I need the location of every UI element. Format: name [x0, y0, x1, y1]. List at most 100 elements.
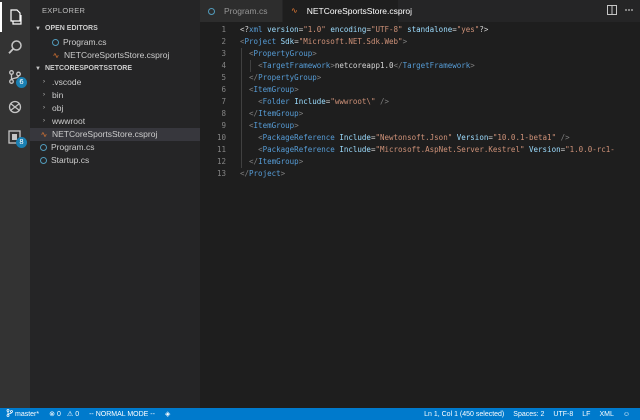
csharp-icon	[40, 157, 47, 164]
code-editor[interactable]: 1 <?xml version="1.0" encoding="UTF-8" st…	[200, 22, 640, 408]
code-text: <PackageReference Include="Newtonsoft.Js…	[240, 132, 570, 144]
tree-file[interactable]: Startup.cs	[30, 154, 200, 167]
search-icon[interactable]	[0, 32, 30, 62]
rss-icon: ∿	[40, 129, 48, 139]
explorer-icon[interactable]	[0, 2, 30, 32]
indentation[interactable]: Spaces: 2	[513, 411, 544, 418]
open-editor-item[interactable]: Program.cs	[30, 36, 200, 49]
tab-csproj[interactable]: ∿ NETCoreSportsStore.csproj	[283, 0, 412, 22]
line-number: 10	[216, 133, 226, 142]
code-token: </	[240, 169, 250, 178]
tree-folder[interactable]: › wwwroot	[30, 115, 200, 128]
code-text: </ItemGroup>	[240, 156, 303, 168]
chevron-down-icon: ▼	[35, 66, 41, 72]
split-editor-icon[interactable]	[607, 2, 617, 20]
code-line[interactable]: 6 <ItemGroup>	[200, 84, 640, 96]
open-editors-header[interactable]: ▼ OPEN EDITORS	[30, 22, 200, 36]
code-token: />	[560, 133, 570, 142]
code-token: Project	[249, 169, 281, 178]
code-token: Include	[339, 133, 371, 142]
code-token: <?	[240, 25, 250, 34]
open-editors-label: OPEN EDITORS	[45, 25, 98, 32]
debug-icon[interactable]	[0, 92, 30, 122]
code-line[interactable]: 1 <?xml version="1.0" encoding="UTF-8" st…	[200, 24, 640, 36]
code-token: >	[312, 49, 317, 58]
project-header[interactable]: ▼ NETCORESPORTSSTORE	[30, 62, 200, 76]
code-line[interactable]: 8 </ItemGroup>	[200, 108, 640, 120]
code-token: >	[316, 73, 322, 82]
open-editor-item[interactable]: ∿ NETCoreSportsStore.csproj	[30, 49, 200, 62]
scm-badge: 6	[16, 77, 27, 88]
cursor-position[interactable]: Ln 1, Col 1 (450 selected)	[424, 411, 504, 418]
code-token: PropertyGroup	[258, 73, 317, 82]
code-token: TargetFramework	[262, 61, 331, 70]
code-line[interactable]: 7 <Folder Include="wwwroot\" />	[200, 96, 640, 108]
code-token: version	[267, 25, 299, 34]
line-ending[interactable]: LF	[582, 411, 590, 418]
file-encoding[interactable]: UTF-8	[553, 411, 573, 418]
line-number: 8	[221, 109, 226, 118]
open-editor-label: NETCoreSportsStore.csproj	[64, 50, 170, 60]
code-line[interactable]: 13 </Project>	[200, 168, 640, 180]
live-share-icon[interactable]: ◈	[165, 410, 170, 418]
code-token: Sdk	[280, 37, 295, 46]
code-text: <Folder Include="wwwroot\" />	[240, 96, 389, 108]
error-count[interactable]: 0	[57, 411, 61, 418]
code-token: "Microsoft.AspNet.Server.Kestrel"	[375, 145, 525, 154]
rss-icon: ∿	[291, 6, 298, 15]
code-line[interactable]: 3 <PropertyGroup>	[200, 48, 640, 60]
tree-folder[interactable]: › .vscode	[30, 76, 200, 89]
code-token: TargetFramework	[402, 61, 471, 70]
code-line[interactable]: 9 <ItemGroup>	[200, 120, 640, 132]
line-number: 11	[216, 145, 226, 154]
code-token: Project	[244, 37, 277, 46]
tree-file[interactable]: Program.cs	[30, 141, 200, 154]
code-token: Include	[339, 145, 371, 154]
line-number: 12	[216, 157, 226, 166]
code-text: <Project Sdk="Microsoft.NET.Sdk.Web">	[240, 36, 407, 48]
code-line[interactable]: 5 </PropertyGroup>	[200, 72, 640, 84]
line-number: 4	[221, 61, 226, 70]
code-text: <PackageReference Include="Microsoft.Asp…	[240, 144, 615, 156]
code-line[interactable]: 10 <PackageReference Include="Newtonsoft…	[200, 132, 640, 144]
smiley-icon[interactable]: ☺	[623, 411, 630, 418]
tree-folder[interactable]: › bin	[30, 89, 200, 102]
git-branch[interactable]: master*	[15, 411, 39, 418]
tab-program-cs[interactable]: Program.cs	[200, 0, 283, 22]
code-token: >	[402, 37, 408, 46]
code-token: "Microsoft.NET.Sdk.Web"	[298, 37, 403, 46]
code-line[interactable]: 12 </ItemGroup>	[200, 156, 640, 168]
warning-count[interactable]: 0	[75, 411, 79, 418]
chevron-right-icon: ›	[43, 79, 45, 85]
source-control-icon[interactable]: 6	[0, 62, 30, 92]
code-text: <ItemGroup>	[240, 84, 299, 96]
git-branch-icon[interactable]	[6, 409, 13, 419]
code-text: <TargetFramework>netcoreapp1.0</TargetFr…	[240, 60, 475, 72]
line-number: 2	[221, 37, 226, 46]
line-number: 1	[221, 25, 226, 34]
code-token: "Newtonsoft.Json"	[375, 133, 453, 142]
code-line[interactable]: 4 <TargetFramework>netcoreapp1.0</Target…	[200, 60, 640, 72]
tab-label: Program.cs	[224, 6, 268, 16]
open-editor-label: Program.cs	[63, 37, 107, 47]
code-token: encoding	[330, 25, 367, 34]
more-actions-icon[interactable]	[624, 2, 634, 20]
code-line[interactable]: 11 <PackageReference Include="Microsoft.…	[200, 144, 640, 156]
code-line[interactable]: 2 <Project Sdk="Microsoft.NET.Sdk.Web">	[200, 36, 640, 48]
code-token: xml	[249, 25, 263, 34]
tree-file-selected[interactable]: ∿ NETCoreSportsStore.csproj	[30, 128, 200, 141]
code-token: Version	[456, 133, 489, 142]
vim-mode: -- NORMAL MODE --	[89, 410, 155, 418]
warning-icon[interactable]: ⚠	[67, 410, 73, 418]
code-token: Folder	[262, 97, 290, 106]
language-mode[interactable]: XML	[599, 411, 613, 418]
error-icon[interactable]: ⊗	[49, 410, 55, 418]
line-number: 5	[221, 73, 226, 82]
tree-folder[interactable]: › obj	[30, 102, 200, 115]
tab-label: NETCoreSportsStore.csproj	[306, 6, 413, 16]
extensions-icon[interactable]: 8	[0, 122, 30, 152]
